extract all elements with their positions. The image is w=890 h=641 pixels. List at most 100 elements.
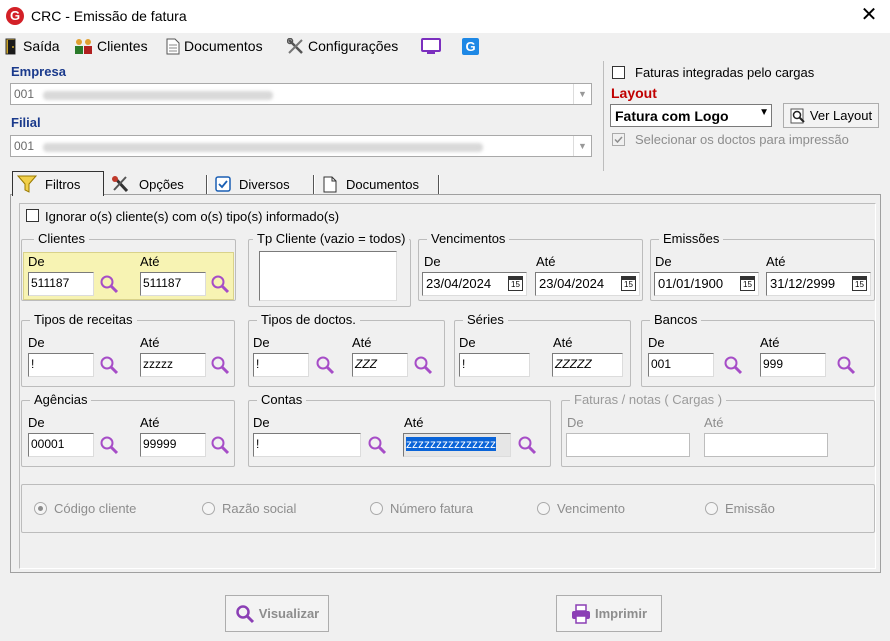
tipos-receitas-de-input[interactable]: ! [28, 353, 94, 377]
empresa-select[interactable]: 001 ▼ [10, 83, 592, 105]
radio-button[interactable] [202, 502, 215, 515]
menu-clientes-label: Clientes [97, 38, 148, 54]
search-icon[interactable] [315, 355, 335, 375]
filial-value: 001 [14, 139, 35, 153]
contas-ate-label: Até [404, 415, 424, 430]
filial-name-redacted [43, 143, 483, 152]
menu-saida[interactable]: Saída [4, 36, 60, 56]
search-icon[interactable] [836, 355, 856, 375]
faturas-notas-ate-input[interactable] [704, 433, 828, 457]
visualizar-button[interactable]: Visualizar [225, 595, 329, 632]
tipos-receitas-ate-input[interactable]: zzzzz [140, 353, 206, 377]
tab-documentos-label: Documentos [346, 176, 419, 192]
emissoes-ate-date[interactable]: 31/12/2999 15 [766, 272, 871, 296]
search-icon[interactable] [99, 355, 119, 375]
search-icon[interactable] [367, 435, 387, 455]
bancos-de-label: De [648, 335, 665, 350]
radio-numero-fatura[interactable]: Número fatura [370, 501, 473, 516]
series-de-input[interactable]: ! [459, 353, 530, 377]
tab-opcoes[interactable]: Opções [107, 172, 205, 196]
radio-button[interactable] [705, 502, 718, 515]
emissoes-de-date[interactable]: 01/01/1900 15 [654, 272, 759, 296]
filial-label: Filial [11, 115, 41, 130]
monitor-icon [421, 38, 441, 54]
menu-monitor[interactable] [421, 36, 441, 56]
filial-select[interactable]: 001 ▼ [10, 135, 592, 157]
bancos-de-input[interactable]: 001 [648, 353, 714, 377]
emissoes-ate-value: 31/12/2999 [770, 276, 836, 291]
bancos-ate-input[interactable]: 999 [760, 353, 826, 377]
emissoes-ate-label: Até [766, 254, 786, 269]
bancos-title: Bancos [650, 313, 702, 327]
tab-documentos[interactable]: Documentos [318, 172, 438, 196]
close-icon[interactable]: ✕ [859, 5, 879, 25]
emissoes-de-value: 01/01/1900 [658, 276, 724, 291]
checkbox-icon [215, 176, 231, 192]
layout-select[interactable]: Fatura com Logo ▼ [610, 104, 772, 127]
tab-diversos[interactable]: Diversos [211, 172, 312, 196]
calendar-icon[interactable]: 15 [621, 276, 636, 291]
search-icon[interactable] [210, 274, 230, 294]
tab-separator [206, 175, 208, 195]
imprimir-button[interactable]: Imprimir [556, 595, 662, 632]
search-icon[interactable] [517, 435, 537, 455]
search-icon[interactable] [210, 435, 230, 455]
bancos-ate-label: Até [760, 335, 780, 350]
agencias-de-input[interactable]: 00001 [28, 433, 94, 457]
exit-door-icon [4, 38, 20, 55]
agencias-de-label: De [28, 415, 45, 430]
menu-bar: Saída Clientes Documentos Configurações … [0, 33, 890, 58]
radio-numero-fatura-label: Número fatura [390, 501, 474, 516]
chevron-down-icon: ▼ [573, 84, 591, 104]
radio-codigo-cliente[interactable]: Código cliente [34, 501, 136, 516]
clientes-de-input[interactable]: 511187 [28, 272, 94, 296]
radio-button[interactable] [537, 502, 550, 515]
contas-ate-input[interactable]: zzzzzzzzzzzzzzz [403, 433, 511, 457]
series-ate-input[interactable]: ZZZZZ [552, 353, 623, 377]
contas-ate-value: zzzzzzzzzzzzzzz [406, 437, 496, 451]
ignorar-checkbox[interactable] [26, 209, 39, 222]
radio-razao-social[interactable]: Razão social [202, 501, 296, 516]
tab-opcoes-label: Opções [139, 176, 184, 192]
menu-configuracoes[interactable]: Configurações [286, 36, 398, 56]
tipos-doctos-de-label: De [253, 335, 270, 350]
tipos-doctos-ate-input[interactable]: ZZZ [352, 353, 408, 377]
calendar-icon[interactable]: 15 [740, 276, 755, 291]
tab-filtros[interactable]: Filtros [12, 171, 104, 196]
emissoes-title: Emissões [659, 232, 724, 246]
clientes-ate-input[interactable]: 511187 [140, 272, 206, 296]
filter-funnel-icon [16, 175, 38, 193]
search-icon[interactable] [413, 355, 433, 375]
document-icon [165, 38, 181, 55]
calendar-icon[interactable]: 15 [852, 276, 867, 291]
tp-cliente-input[interactable] [259, 251, 397, 301]
contas-de-input[interactable]: ! [253, 433, 361, 457]
search-icon[interactable] [210, 355, 230, 375]
search-icon[interactable] [99, 435, 119, 455]
tipos-doctos-de-input[interactable]: ! [253, 353, 309, 377]
selecionar-doctos-checkbox[interactable] [612, 133, 625, 146]
vencimentos-ate-date[interactable]: 23/04/2024 15 [535, 272, 640, 296]
radio-emissao[interactable]: Emissão [705, 501, 775, 516]
vencimentos-de-date[interactable]: 23/04/2024 15 [422, 272, 527, 296]
ver-layout-button[interactable]: Ver Layout [783, 103, 879, 128]
menu-clientes[interactable]: Clientes [74, 36, 148, 56]
radio-button[interactable] [370, 502, 383, 515]
radio-button[interactable] [34, 502, 47, 515]
faturas-integradas-checkbox[interactable] [612, 66, 625, 79]
search-icon[interactable] [723, 355, 743, 375]
chevron-down-icon: ▼ [759, 107, 769, 118]
search-icon[interactable] [99, 274, 119, 294]
menu-documentos[interactable]: Documentos [165, 36, 263, 56]
menu-app-logo[interactable]: G [462, 36, 479, 56]
radio-vencimento[interactable]: Vencimento [537, 501, 625, 516]
faturas-notas-de-input[interactable] [566, 433, 690, 457]
menu-documentos-label: Documentos [184, 38, 263, 54]
imprimir-label: Imprimir [594, 606, 647, 621]
agencias-ate-input[interactable]: 99999 [140, 433, 206, 457]
calendar-icon[interactable]: 15 [508, 276, 523, 291]
empresa-name-redacted [43, 91, 273, 100]
svg-text:G: G [465, 39, 475, 54]
vencimentos-de-value: 23/04/2024 [426, 276, 492, 291]
tipos-receitas-ate-label: Até [140, 335, 160, 350]
